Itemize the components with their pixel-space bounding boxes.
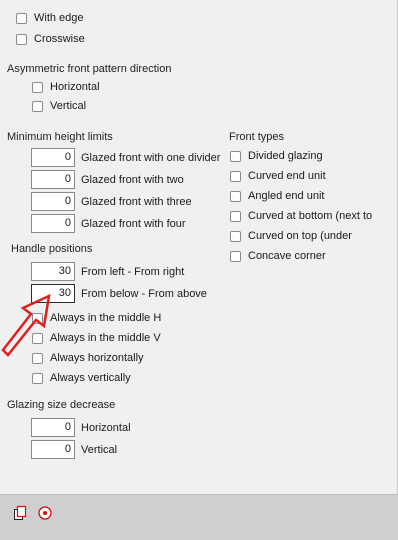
curved-end-unit-label: Curved end unit — [248, 170, 326, 182]
min-height-three-label: Glazed front with three — [81, 196, 192, 208]
target-icon[interactable] — [36, 504, 54, 522]
asym-horizontal-label: Horizontal — [50, 81, 100, 93]
front-types-title: Front types — [229, 131, 285, 143]
always-vertically-label: Always vertically — [50, 372, 131, 384]
curved-at-bottom-checkbox[interactable] — [230, 211, 241, 222]
min-height-two-label: Glazed front with two — [81, 174, 184, 186]
curved-at-bottom-label: Curved at bottom (next to — [248, 210, 373, 222]
copy-icon[interactable] — [11, 504, 29, 522]
red-arrow-annotation — [1, 293, 51, 357]
curved-on-top-checkbox[interactable] — [230, 231, 241, 242]
curved-on-top-label: Curved on top (under — [248, 230, 352, 242]
glazing-horizontal-label: Horizontal — [81, 422, 131, 434]
glazing-title: Glazing size decrease — [7, 399, 116, 411]
concave-corner-label: Concave corner — [248, 250, 326, 262]
bottom-toolbar — [0, 494, 398, 540]
with-edge-label: With edge — [34, 12, 84, 24]
asym-horizontal-checkbox[interactable] — [32, 82, 43, 93]
curved-end-unit-checkbox[interactable] — [230, 171, 241, 182]
min-height-one-divider-label: Glazed front with one divider — [81, 152, 221, 164]
glazing-vertical-input[interactable]: 0 — [31, 440, 75, 459]
min-height-one-divider-input[interactable]: 0 — [31, 148, 75, 167]
angled-end-unit-checkbox[interactable] — [230, 191, 241, 202]
min-height-two-input[interactable]: 0 — [31, 170, 75, 189]
options-panel: With edge Crosswise Asymmetric front pat… — [0, 0, 398, 494]
with-edge-checkbox[interactable] — [16, 13, 27, 24]
asymmetric-title: Asymmetric front pattern direction — [7, 63, 172, 75]
handle-below-above-label: From below - From above — [81, 288, 207, 300]
glazing-horizontal-input[interactable]: 0 — [31, 418, 75, 437]
concave-corner-checkbox[interactable] — [230, 251, 241, 262]
handle-left-right-label: From left - From right — [81, 266, 185, 278]
glazing-vertical-label: Vertical — [81, 444, 118, 456]
min-height-four-input[interactable]: 0 — [31, 214, 75, 233]
crosswise-label: Crosswise — [34, 33, 85, 45]
divided-glazing-checkbox[interactable] — [230, 151, 241, 162]
handle-left-right-input[interactable]: 30 — [31, 262, 75, 281]
min-height-four-label: Glazed front with four — [81, 218, 186, 230]
always-vertically-checkbox[interactable] — [32, 373, 43, 384]
min-height-title: Minimum height limits — [7, 131, 113, 143]
asym-vertical-checkbox[interactable] — [32, 101, 43, 112]
arrow-shape — [1, 293, 51, 357]
divided-glazing-label: Divided glazing — [248, 150, 323, 162]
crosswise-checkbox[interactable] — [16, 34, 27, 45]
handle-positions-title: Handle positions — [11, 243, 93, 255]
min-height-three-input[interactable]: 0 — [31, 192, 75, 211]
asym-vertical-label: Vertical — [50, 100, 87, 112]
angled-end-unit-label: Angled end unit — [248, 190, 325, 202]
